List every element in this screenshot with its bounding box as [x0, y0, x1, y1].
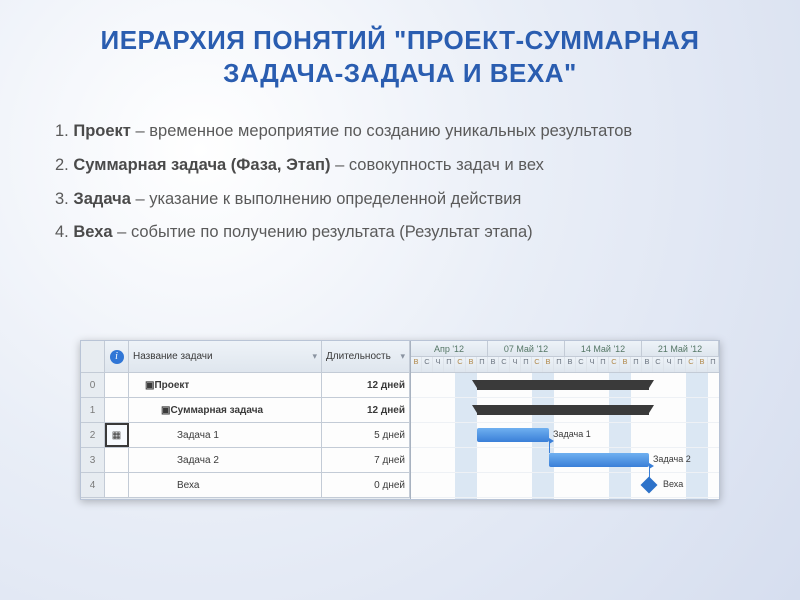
table-row[interactable]: 4 Веха 0 дней	[81, 473, 410, 498]
milestone-diamond[interactable]	[641, 477, 658, 494]
week-label: 14 Май '12	[565, 341, 642, 356]
row-duration[interactable]: 12 дней	[322, 373, 410, 397]
table-row[interactable]: 2 ▦ Задача 1 5 дней	[81, 423, 410, 448]
timeline-days: ВСЧПСВП ВСЧПСВП ВСЧПСВП ВСЧПСВП	[411, 357, 719, 373]
table-row[interactable]: 3 Задача 2 7 дней	[81, 448, 410, 473]
row-name[interactable]: ▣ Проект	[129, 373, 322, 397]
row-info	[105, 448, 129, 472]
col-info: i	[105, 341, 129, 372]
row-info	[105, 373, 129, 397]
col-name[interactable]: Название задачи▾	[129, 341, 322, 372]
phase-summary-bar[interactable]	[477, 405, 649, 415]
row-info	[105, 398, 129, 422]
row-name[interactable]: Веха	[129, 473, 322, 497]
row-info: ▦	[105, 423, 129, 447]
def-item: 3. Задача – указание к выполнению опреде…	[55, 183, 745, 217]
row-index: 2	[81, 423, 105, 447]
row-index: 1	[81, 398, 105, 422]
bar-label: Задача 2	[653, 454, 691, 464]
table-row[interactable]: 0 ▣ Проект 12 дней	[81, 373, 410, 398]
project-summary-bar[interactable]	[477, 380, 649, 390]
gantt-row	[411, 398, 719, 423]
msproject-screenshot: i Название задачи▾ Длительность▾ 0 ▣ Про…	[80, 340, 720, 500]
row-duration[interactable]: 7 дней	[322, 448, 410, 472]
bar-label: Задача 1	[553, 429, 591, 439]
row-index: 3	[81, 448, 105, 472]
task-table: i Название задачи▾ Длительность▾ 0 ▣ Про…	[81, 341, 411, 499]
gantt-row: Веха	[411, 473, 719, 498]
gantt-row	[411, 373, 719, 398]
row-name[interactable]: ▣ Суммарная задача	[129, 398, 322, 422]
col-index	[81, 341, 105, 372]
info-icon: i	[110, 350, 124, 364]
row-index: 0	[81, 373, 105, 397]
col-duration[interactable]: Длительность▾	[322, 341, 410, 372]
bar-label: Веха	[663, 479, 683, 489]
sort-icon[interactable]: ▾	[312, 351, 317, 362]
row-info	[105, 473, 129, 497]
def-item: 1. Проект – временное мероприятие по соз…	[55, 115, 745, 149]
week-label: 21 Май '12	[642, 341, 719, 356]
task1-bar[interactable]	[477, 428, 549, 442]
row-name[interactable]: Задача 2	[129, 448, 322, 472]
row-index: 4	[81, 473, 105, 497]
sort-icon[interactable]: ▾	[400, 351, 405, 362]
week-label: Апр '12	[411, 341, 488, 356]
row-duration[interactable]: 5 дней	[322, 423, 410, 447]
row-name[interactable]: Задача 1	[129, 423, 322, 447]
def-item: 2. Суммарная задача (Фаза, Этап) – совок…	[55, 149, 745, 183]
slide-title: ИЕРАРХИЯ ПОНЯТИЙ "ПРОЕКТ-СУММАРНАЯ ЗАДАЧ…	[0, 0, 800, 97]
gantt-row: Задача 1	[411, 423, 719, 448]
gantt-row: Задача 2	[411, 448, 719, 473]
table-header-row: i Название задачи▾ Длительность▾	[81, 341, 410, 373]
gantt-chart: Апр '12 07 Май '12 14 Май '12 21 Май '12…	[411, 341, 719, 499]
week-label: 07 Май '12	[488, 341, 565, 356]
row-duration[interactable]: 12 дней	[322, 398, 410, 422]
definitions-list: 1. Проект – временное мероприятие по соз…	[0, 97, 800, 250]
table-row[interactable]: 1 ▣ Суммарная задача 12 дней	[81, 398, 410, 423]
row-duration[interactable]: 0 дней	[322, 473, 410, 497]
def-item: 4. Веха – событие по получению результат…	[55, 216, 745, 250]
timeline-weeks: Апр '12 07 Май '12 14 Май '12 21 Май '12	[411, 341, 719, 357]
task2-bar[interactable]	[549, 453, 649, 467]
